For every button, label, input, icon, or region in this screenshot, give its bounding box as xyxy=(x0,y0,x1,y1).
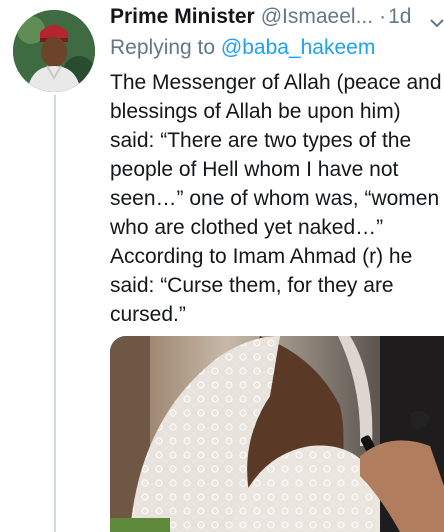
author-handle[interactable]: @Ismaeel... xyxy=(261,5,373,28)
tweet-text-line: seen…” one of whom was, “women xyxy=(110,187,440,210)
replying-to-line: Replying to @baba_hakeem xyxy=(110,33,444,63)
replying-to-prefix: Replying to xyxy=(110,36,216,59)
bride-photo-icon xyxy=(110,336,444,532)
tweet-text-line: blessings of Allah be upon him) xyxy=(110,100,401,123)
author-display-name[interactable]: Prime Minister xyxy=(110,5,255,28)
tweet-header: Prime Minister @Ismaeel... ·1d xyxy=(110,2,444,34)
tweet-text-line: people of Hell whom I have not xyxy=(110,158,399,181)
tweet-timestamp[interactable]: 1d xyxy=(388,5,411,28)
tweet-text: The Messenger of Allah (peace and blessi… xyxy=(110,68,444,329)
avatar[interactable] xyxy=(13,10,95,92)
tweet-text-line: said: “Curse them, for they are xyxy=(110,274,394,297)
replying-to-handle-link[interactable]: @baba_hakeem xyxy=(221,36,375,59)
tweet-text-line: According to Imam Ahmad (r) he xyxy=(110,245,413,268)
thread-connector-line xyxy=(54,95,56,532)
profile-photo-icon xyxy=(13,10,95,92)
tweet-text-line: who are clothed yet naked…” xyxy=(110,216,384,239)
chevron-down-icon[interactable] xyxy=(428,10,444,28)
tweet-photo[interactable] xyxy=(110,336,444,532)
tweet-text-line: said: “There are two types of the xyxy=(110,129,412,152)
tweet-text-line: The Messenger of Allah (peace and xyxy=(110,71,442,94)
separator-dot: · xyxy=(379,5,387,28)
tweet-text-line: cursed.” xyxy=(110,303,186,326)
